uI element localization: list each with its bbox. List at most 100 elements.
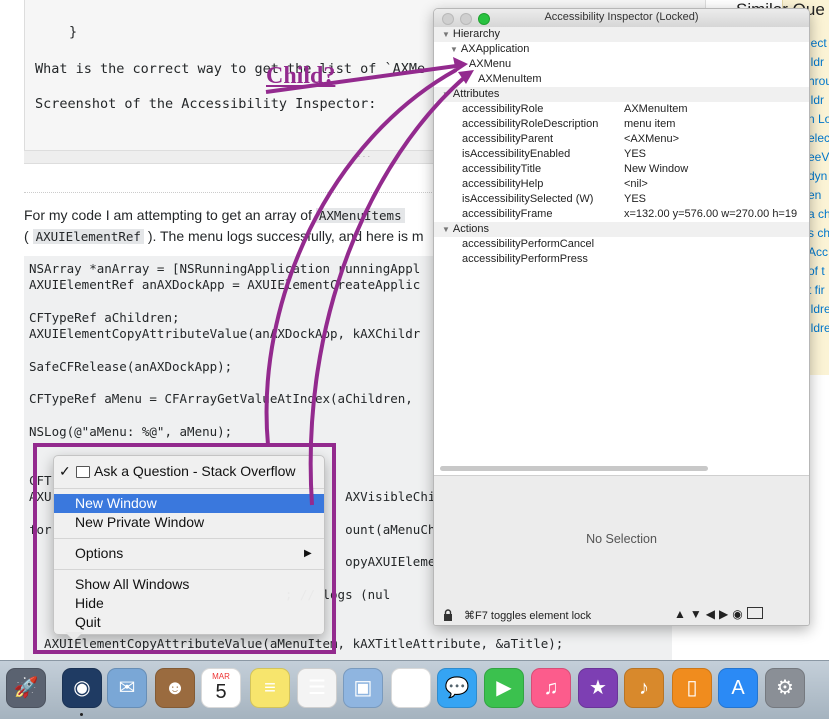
menu-item-new-window[interactable]: New Window — [54, 494, 324, 513]
hierarchy-node[interactable]: AXMenuItem — [434, 72, 809, 87]
node-label: AXApplication — [460, 43, 530, 55]
attributes-header[interactable]: ▼ Attributes — [434, 87, 809, 102]
no-selection-label: No Selection — [586, 532, 657, 546]
left-arrow-icon[interactable]: ◀ — [706, 607, 719, 621]
dock-icon-contacts[interactable]: ☻ — [155, 668, 195, 708]
horizontal-scrollbar[interactable] — [440, 466, 708, 471]
similar-question-link[interactable]: hrou — [808, 74, 829, 88]
similar-question-link[interactable]: lect — [808, 36, 829, 50]
section-label: Hierarchy — [452, 28, 500, 40]
dock-icon-notes[interactable]: ≡ — [250, 668, 290, 708]
action-row[interactable]: accessibilityPerformCancel — [434, 237, 809, 252]
attribute-value: menu item — [624, 118, 676, 130]
disclosure-triangle-icon[interactable]: ▼ — [442, 27, 450, 42]
attribute-key: accessibilityRoleDescription — [462, 118, 599, 130]
menu-item-label: Ask a Question - Stack Overflow — [94, 463, 296, 479]
menu-item-hide[interactable]: Hide — [54, 594, 324, 613]
code-line: NSLog(@"aMenu: %@", aMenu); — [29, 424, 233, 439]
dock-icon-preview[interactable]: ▣ — [343, 668, 383, 708]
disclosure-triangle-icon[interactable]: ▼ — [442, 87, 450, 102]
similar-question-link[interactable]: of t — [808, 264, 829, 278]
attribute-key: isAccessibilityEnabled — [462, 148, 571, 160]
similar-question-link[interactable]: t fir — [808, 283, 829, 297]
lock-icon[interactable] — [443, 609, 453, 621]
dock: 🚀 ◉ ✉ ☻ MAR 5 ≡ ☰ ▣ ✿ 💬 ▶ ♫ ★ ♪ ▯ A ⚙ — [0, 660, 829, 719]
right-arrow-icon[interactable]: ▶ — [719, 607, 732, 621]
similar-question-link[interactable]: en — [808, 188, 829, 202]
code-line: AXUIElementCopyAttributeValue(anAXDockAp… — [29, 326, 421, 342]
hierarchy-node[interactable]: ▼ AXApplication — [434, 42, 809, 57]
similar-question-link[interactable]: s ch — [808, 226, 829, 240]
attribute-key: accessibilityParent — [462, 133, 554, 145]
disclosure-triangle-icon[interactable]: ▼ — [450, 42, 458, 57]
highlight-toggle-icon[interactable] — [746, 607, 763, 619]
dock-icon-app-store[interactable]: A — [718, 668, 758, 708]
dock-icon-photos[interactable]: ✿ — [391, 668, 431, 708]
attribute-key: accessibilityRole — [462, 103, 544, 115]
actions-header[interactable]: ▼ Actions — [434, 222, 809, 237]
similar-question-link[interactable]: dyn — [808, 169, 829, 183]
down-arrow-icon[interactable]: ▼ — [690, 607, 706, 621]
attribute-row[interactable]: isAccessibilityEnabled YES — [434, 147, 809, 162]
similar-question-link[interactable]: ildre — [808, 302, 829, 316]
action-label: accessibilityPerformPress — [462, 253, 588, 265]
action-row[interactable]: accessibilityPerformPress — [434, 252, 809, 267]
disclosure-triangle-icon[interactable]: ▼ — [458, 57, 466, 72]
similar-question-link[interactable]: ildr — [808, 93, 829, 107]
refresh-icon[interactable]: ◉ — [732, 607, 746, 621]
menu-item-window[interactable]: ✓ Ask a Question - Stack Overflow — [54, 462, 324, 481]
code-line: } — [69, 24, 78, 40]
dock-icon-mail[interactable]: ✉ — [107, 668, 147, 708]
hierarchy-header[interactable]: ▼ Hierarchy — [434, 27, 809, 42]
menu-item-new-private-window[interactable]: New Private Window — [54, 513, 324, 532]
attribute-value: <AXMenu> — [624, 133, 680, 145]
attribute-row[interactable]: accessibilityHelp <nil> — [434, 177, 809, 192]
attribute-value: YES — [624, 148, 647, 160]
attribute-key: accessibilityTitle — [462, 163, 542, 175]
title-bar[interactable]: Accessibility Inspector (Locked) — [434, 9, 809, 28]
dock-icon-facetime[interactable]: ▶ — [484, 668, 524, 708]
attribute-row[interactable]: accessibilityRole AXMenuItem — [434, 102, 809, 117]
attribute-value: YES — [624, 193, 647, 205]
menu-item-show-all-windows[interactable]: Show All Windows — [54, 575, 324, 594]
similar-question-link[interactable]: Acc — [808, 245, 829, 259]
attribute-row[interactable]: accessibilityTitle New Window — [434, 162, 809, 177]
code-line: AXUIElementCopyAttributeValue(aMenuItem,… — [29, 635, 564, 651]
lock-hint: ⌘F7 toggles element lock — [464, 610, 592, 622]
dock-icon-itunes[interactable]: ♫ — [531, 668, 571, 708]
section-label: Actions — [452, 223, 489, 235]
similar-question-link[interactable]: a ch — [808, 207, 829, 221]
similar-question-link[interactable]: eeV — [808, 150, 829, 164]
dock-icon-imovie[interactable]: ★ — [578, 668, 618, 708]
hierarchy-node[interactable]: ▼ AXMenu — [434, 57, 809, 72]
menu-separator — [54, 569, 324, 570]
inline-code: AXUIElementRef — [32, 229, 144, 244]
dock-icon-ibooks[interactable]: ▯ — [672, 668, 712, 708]
prose-text: For my code I am attempting to get an ar… — [24, 207, 312, 223]
attribute-row[interactable]: isAccessibilitySelected (W) YES — [434, 192, 809, 207]
code-line: CFTypeRef aMenu = CFArrayGetValueAtIndex… — [29, 391, 413, 407]
attribute-row[interactable]: accessibilityParent <AXMenu> — [434, 132, 809, 147]
dock-icon-safari[interactable]: ◉ — [62, 668, 102, 708]
code-line: Screenshot of the Accessibility Inspecto… — [35, 96, 377, 112]
attribute-key: accessibilityHelp — [462, 178, 544, 190]
disclosure-triangle-icon[interactable]: ▼ — [442, 222, 450, 237]
similar-question-link[interactable]: n Lo — [808, 112, 829, 126]
similar-question-link[interactable]: elect — [808, 131, 829, 145]
dock-icon-system-preferences[interactable]: ⚙ — [765, 668, 805, 708]
similar-question-link[interactable]: ildre — [808, 321, 829, 335]
dock-icon-calendar[interactable]: MAR 5 — [201, 668, 241, 708]
menu-item-quit[interactable]: Quit — [54, 613, 324, 632]
up-arrow-icon[interactable]: ▲ — [674, 607, 690, 621]
dock-icon-messages[interactable]: 💬 — [437, 668, 477, 708]
dock-icon-launchpad[interactable]: 🚀 — [6, 668, 46, 708]
dock-icon-reminders[interactable]: ☰ — [297, 668, 337, 708]
attribute-row[interactable]: accessibilityFrame x=132.00 y=576.00 w=27… — [434, 207, 809, 222]
attribute-value: x=132.00 y=576.00 w=270.00 h=19 — [624, 208, 798, 220]
code-line: What is the correct way to get the list … — [35, 61, 426, 77]
menu-item-options[interactable]: Options ▶ — [54, 544, 324, 563]
attribute-row[interactable]: accessibilityRoleDescription menu item — [434, 117, 809, 132]
prose-text: ). The menu logs successfully, and here … — [147, 228, 424, 244]
similar-question-link[interactable]: ildr — [808, 55, 829, 69]
dock-icon-garageband[interactable]: ♪ — [624, 668, 664, 708]
